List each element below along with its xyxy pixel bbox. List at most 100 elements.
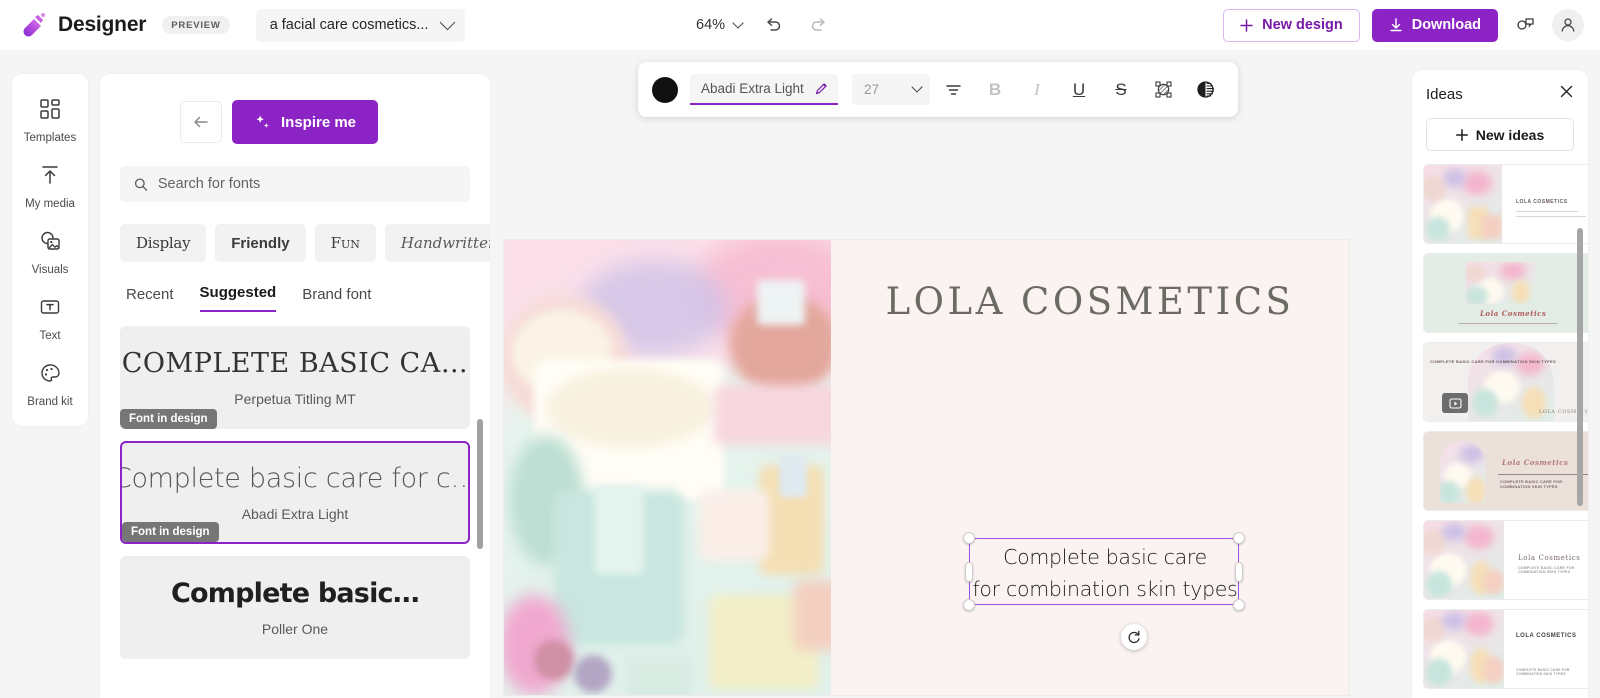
upload-arrow-icon <box>39 164 61 191</box>
rotate-icon <box>1128 630 1140 644</box>
back-button[interactable] <box>180 101 222 143</box>
sidebar-item-label: Text <box>39 330 61 342</box>
resize-handle-bottom-right[interactable] <box>1233 599 1245 611</box>
contrast-fill-icon <box>1196 81 1214 98</box>
new-design-button[interactable]: New design <box>1223 8 1360 42</box>
contrast-fill-button[interactable] <box>1186 72 1224 108</box>
font-search[interactable] <box>120 166 470 202</box>
pencil-icon <box>815 83 827 95</box>
font-name-field[interactable]: Abadi Extra Light <box>690 74 838 105</box>
sidebar-item-brand-kit[interactable]: Brand kit <box>16 352 84 418</box>
font-card-list: COMPLETE BASIC CA… Perpetua Titling MT F… <box>120 326 470 659</box>
ideas-thumbnail-list: LOLA COSMETICS Lola Cosmetics COMPLETE B… <box>1424 165 1588 688</box>
italic-button[interactable]: I <box>1018 72 1056 108</box>
ideas-header: Ideas <box>1412 70 1588 104</box>
sidebar-item-text[interactable]: Text <box>16 286 84 352</box>
zoom-dropdown[interactable]: 64% <box>696 16 744 33</box>
tab-recent[interactable]: Recent <box>126 286 174 312</box>
sidebar-item-templates[interactable]: Templates <box>16 88 84 154</box>
redo-button[interactable] <box>804 10 834 40</box>
resize-handle-middle-right[interactable] <box>1235 561 1243 582</box>
selected-text-content[interactable]: Complete basic care for combination skin… <box>970 539 1240 605</box>
selected-text-frame[interactable]: Complete basic care for combination skin… <box>963 532 1245 611</box>
search-icon <box>134 177 148 191</box>
thumb-heading: Lola Cosmetics <box>1502 458 1569 467</box>
tab-brand-font[interactable]: Brand font <box>302 286 371 312</box>
font-name-value: Abadi Extra Light <box>701 81 804 96</box>
arrow-left-icon <box>194 116 208 128</box>
font-in-design-badge: Font in design <box>122 522 219 542</box>
idea-thumbnail[interactable]: LOLA COSMETICS COMPLETE BASIC CARE FOR C… <box>1424 610 1588 688</box>
font-card-poller-one[interactable]: Complete basic… Poller One <box>120 556 470 659</box>
canvas-area[interactable]: LOLA COSMETICS Complete basic care for c… <box>490 50 1380 698</box>
design-slide[interactable]: LOLA COSMETICS Complete basic care for c… <box>504 240 1349 695</box>
ideas-scrollbar[interactable] <box>1577 228 1583 506</box>
thumb-subtext: COMPLETE BASIC CARE FOR COMBINATION SKIN… <box>1500 479 1563 489</box>
undo-button[interactable] <box>758 10 788 40</box>
redo-icon <box>811 18 825 31</box>
templates-grid-icon <box>39 98 61 125</box>
cosmetics-photo[interactable] <box>504 240 831 695</box>
text-line-1: Complete basic care <box>1003 545 1207 569</box>
video-play-badge[interactable] <box>1442 393 1468 413</box>
sidebar-item-label: Visuals <box>31 264 69 276</box>
strikethrough-button[interactable]: S <box>1102 72 1140 108</box>
top-right-actions: New design Download <box>1223 0 1584 50</box>
account-person-icon <box>1561 18 1575 32</box>
thumb-subtext: COMPLETE BASIC CARE FOR COMBINATION SKIN… <box>1518 566 1575 574</box>
chip-handwritten[interactable]: Handwritten <box>384 224 490 262</box>
idea-thumbnail[interactable]: Lola Cosmetics <box>1424 254 1588 332</box>
resize-handle-top-left[interactable] <box>963 532 975 544</box>
font-sample: Complete basic… <box>171 578 419 609</box>
align-icon <box>945 85 961 95</box>
bold-button[interactable]: B <box>976 72 1014 108</box>
font-name: Abadi Extra Light <box>241 506 349 522</box>
tab-suggested[interactable]: Suggested <box>199 284 277 312</box>
idea-thumbnail[interactable]: COMPLETE BASIC CARE FOR COMBINATION SKIN… <box>1424 343 1588 421</box>
idea-thumbnail[interactable]: LOLA COSMETICS <box>1424 165 1588 243</box>
resize-handle-middle-left[interactable] <box>965 561 973 582</box>
slide-heading[interactable]: LOLA COSMETICS <box>831 240 1349 323</box>
search-input[interactable] <box>157 176 456 192</box>
text-color-swatch[interactable] <box>652 76 678 103</box>
font-size-dropdown[interactable]: 27 <box>852 74 930 105</box>
thumb-heading: Lola Cosmetics <box>1480 309 1547 318</box>
underline-button[interactable]: U <box>1060 72 1098 108</box>
idea-thumbnail[interactable]: Lola Cosmetics COMPLETE BASIC CARE FOR C… <box>1424 432 1588 510</box>
font-card-abadi[interactable]: Complete basic care for c… Abadi Extra L… <box>120 441 470 544</box>
font-card-perpetua[interactable]: COMPLETE BASIC CA… Perpetua Titling MT F… <box>120 326 470 429</box>
chip-fun[interactable]: Fun <box>314 224 376 262</box>
sidebar-item-my-media[interactable]: My media <box>16 154 84 220</box>
idea-thumbnail[interactable]: Lola Cosmetics COMPLETE BASIC CARE FOR C… <box>1424 521 1588 599</box>
designer-logo-icon <box>18 10 48 40</box>
undo-icon <box>767 18 781 31</box>
sidebar-item-label: Templates <box>23 132 77 144</box>
collab-icon <box>1517 18 1534 30</box>
text-effects-button[interactable] <box>1144 72 1182 108</box>
top-bar: Designer PREVIEW a facial care cosmetics… <box>0 0 1600 50</box>
ideas-panel: Ideas New ideas LOLA COSMETICS Lola Cosm… <box>1412 70 1588 698</box>
new-design-label: New design <box>1262 17 1343 33</box>
align-button[interactable] <box>934 72 972 108</box>
close-button[interactable] <box>1559 84 1574 104</box>
document-title-dropdown[interactable]: a facial care cosmetics... <box>255 8 466 42</box>
font-panel-scrollbar[interactable] <box>477 419 483 549</box>
account-button[interactable] <box>1552 9 1584 41</box>
inspire-me-button[interactable]: Inspire me <box>232 100 379 144</box>
font-sample: COMPLETE BASIC CA… <box>121 348 469 379</box>
resize-handle-bottom-left[interactable] <box>963 599 975 611</box>
download-button[interactable]: Download <box>1371 8 1498 42</box>
font-panel: Inspire me Display Friendly Fun Handwrit… <box>100 74 490 698</box>
chip-display[interactable]: Display <box>120 224 207 262</box>
chip-friendly[interactable]: Friendly <box>215 224 306 262</box>
new-ideas-button[interactable]: New ideas <box>1426 118 1574 151</box>
ideas-title: Ideas <box>1426 85 1463 103</box>
sidebar-item-visuals[interactable]: Visuals <box>16 220 84 286</box>
resize-handle-top-right[interactable] <box>1233 532 1245 544</box>
new-ideas-label: New ideas <box>1475 126 1545 143</box>
font-category-chips: Display Friendly Fun Handwritten Mo <box>120 224 490 262</box>
underline-glyph: U <box>1072 79 1086 99</box>
rotate-handle[interactable] <box>1121 624 1147 650</box>
collaborate-button[interactable] <box>1510 10 1540 40</box>
text-box-icon <box>39 296 61 323</box>
